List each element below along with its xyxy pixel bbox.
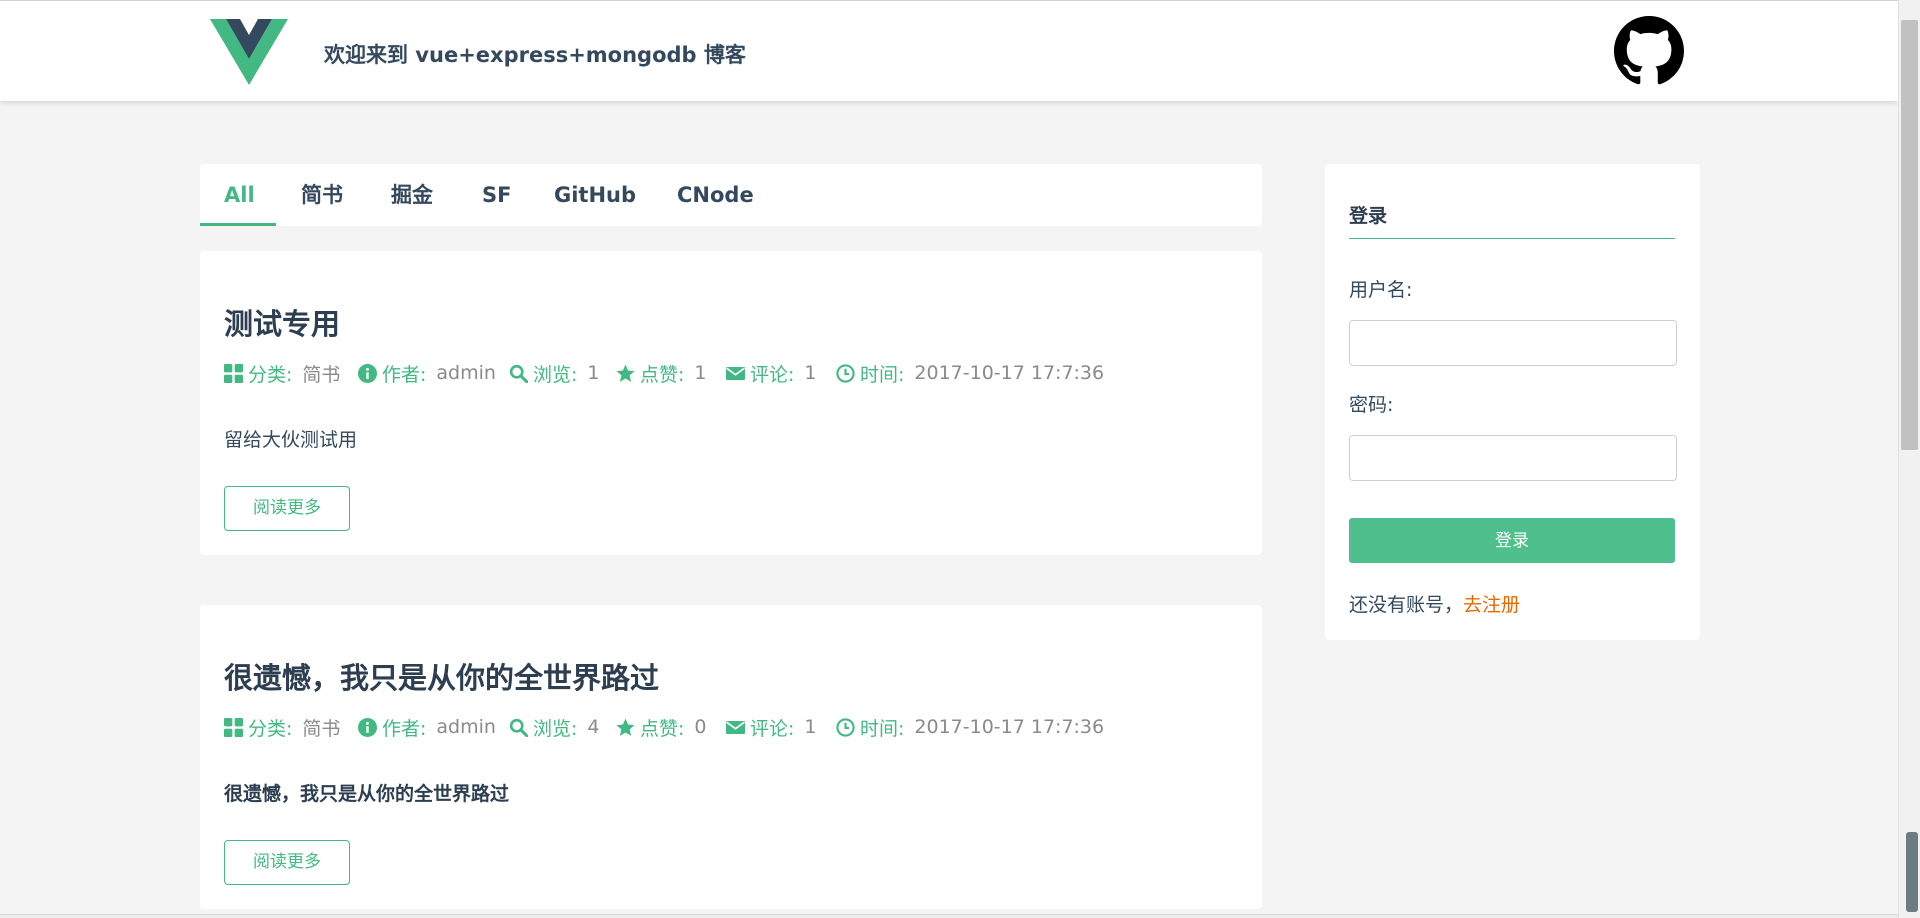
password-input[interactable]: [1349, 435, 1677, 481]
meta-label: 分类:: [248, 363, 293, 386]
read-more-button[interactable]: 阅读更多: [224, 486, 350, 531]
meta-value: 简书: [302, 717, 341, 740]
signup-prompt: 还没有账号，去注册: [1349, 590, 1520, 617]
active-tab-indicator: [200, 223, 276, 226]
post-card: 测试专用 分类: 简书 作者: admin 浏览: 1 点赞: 1 评论: 1: [200, 251, 1262, 555]
grid-icon: [224, 717, 243, 737]
tab-all[interactable]: All: [224, 164, 255, 226]
meta-value: 简书: [302, 363, 341, 386]
signup-link[interactable]: 去注册: [1463, 594, 1520, 616]
clock-icon: [836, 363, 855, 383]
meta-author: 作者: admin: [358, 715, 496, 740]
password-label: 密码:: [1349, 394, 1394, 416]
meta-label: 点赞:: [640, 363, 685, 386]
meta-label: 时间:: [860, 363, 905, 386]
meta-time: 时间: 2017-10-17 17:7:36: [836, 361, 1105, 386]
search-icon: [509, 718, 528, 737]
post-title[interactable]: 很遗憾，我只是从你的全世界路过: [224, 655, 659, 697]
read-more-button[interactable]: 阅读更多: [224, 840, 350, 885]
meta-value: 2017-10-17 17:7:36: [914, 716, 1105, 738]
info-icon: [358, 717, 377, 737]
tab-cnode[interactable]: CNode: [677, 164, 754, 226]
login-heading: 登录: [1349, 205, 1388, 227]
meta-label: 浏览:: [533, 717, 578, 740]
meta-likes: 点赞: 1: [616, 361, 707, 386]
clock-icon: [836, 717, 855, 737]
page-scrollbar[interactable]: [1898, 0, 1920, 918]
star-icon: [616, 718, 635, 736]
post-card: 很遗憾，我只是从你的全世界路过 分类: 简书 作者: admin 浏览: 4 点…: [200, 605, 1262, 909]
github-icon[interactable]: [1614, 16, 1684, 86]
top-header: 欢迎来到 vue+express+mongodb 博客: [0, 0, 1898, 101]
meta-views: 浏览: 1: [509, 361, 600, 386]
post-excerpt: 留给大伙测试用: [224, 429, 358, 451]
meta-value: admin: [436, 362, 496, 384]
login-divider: [1349, 238, 1675, 239]
meta-label: 评论:: [750, 363, 795, 386]
meta-value: 2017-10-17 17:7:36: [914, 362, 1105, 384]
scrollbar-thumb[interactable]: [1901, 20, 1918, 450]
meta-value: 0: [694, 716, 707, 738]
vue-logo-icon[interactable]: [210, 19, 288, 85]
post-title[interactable]: 测试专用: [224, 301, 340, 343]
tab-juejin[interactable]: 掘金: [391, 164, 433, 226]
signup-prompt-text: 还没有账号，: [1349, 594, 1464, 616]
grid-icon: [224, 363, 243, 383]
info-icon: [358, 363, 377, 383]
meta-value: 1: [804, 362, 817, 384]
login-panel: 登录 用户名: 密码: 登录 还没有账号，去注册: [1325, 164, 1700, 640]
meta-label: 时间:: [860, 717, 905, 740]
meta-category: 分类: 简书: [224, 715, 341, 740]
meta-category: 分类: 简书: [224, 361, 341, 386]
meta-likes: 点赞: 0: [616, 715, 707, 740]
envelope-icon: [726, 720, 745, 734]
site-title: 欢迎来到 vue+express+mongodb 博客: [324, 43, 746, 67]
meta-time: 时间: 2017-10-17 17:7:36: [836, 715, 1105, 740]
meta-value: 1: [694, 362, 707, 384]
meta-views: 浏览: 4: [509, 715, 600, 740]
meta-value: 4: [587, 716, 600, 738]
meta-label: 分类:: [248, 717, 293, 740]
tab-github[interactable]: GitHub: [554, 164, 636, 226]
meta-comments: 评论: 1: [726, 361, 817, 386]
envelope-icon: [726, 366, 745, 380]
meta-label: 评论:: [750, 717, 795, 740]
tab-sf[interactable]: SF: [482, 164, 511, 226]
post-excerpt: 很遗憾，我只是从你的全世界路过: [224, 783, 510, 805]
meta-label: 作者:: [382, 717, 427, 740]
meta-value: 1: [587, 362, 600, 384]
username-input[interactable]: [1349, 320, 1677, 366]
meta-value: admin: [436, 716, 496, 738]
meta-label: 浏览:: [533, 363, 578, 386]
login-button[interactable]: 登录: [1349, 518, 1675, 563]
meta-label: 点赞:: [640, 717, 685, 740]
floating-widget: [1906, 832, 1918, 912]
category-tabs: All 简书 掘金 SF GitHub CNode: [200, 164, 1262, 226]
meta-value: 1: [804, 716, 817, 738]
meta-author: 作者: admin: [358, 361, 496, 386]
meta-label: 作者:: [382, 363, 427, 386]
meta-comments: 评论: 1: [726, 715, 817, 740]
window-bottom-edge: [0, 914, 1898, 918]
star-icon: [616, 364, 635, 382]
username-label: 用户名:: [1349, 279, 1413, 301]
search-icon: [509, 364, 528, 383]
tab-jianshu[interactable]: 简书: [301, 164, 343, 226]
